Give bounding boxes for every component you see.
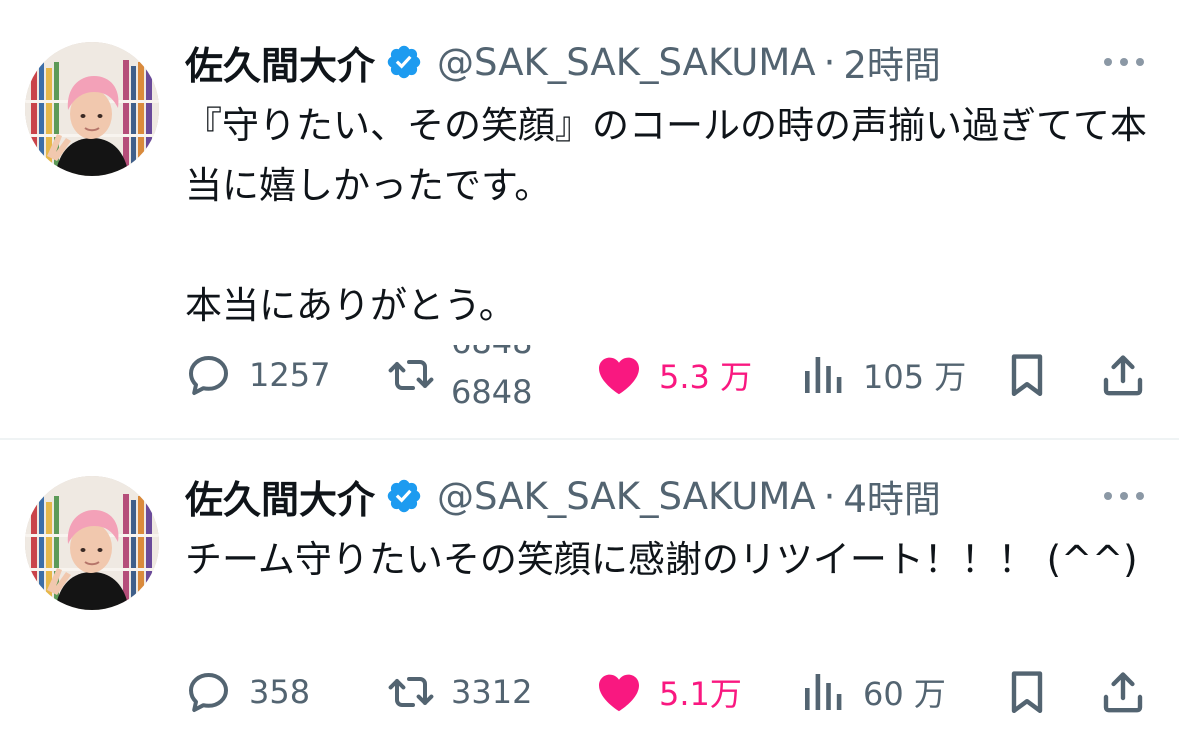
bookmark-button[interactable] [1003,345,1051,405]
views-button[interactable]: 105 万 [799,345,966,405]
views-bar-chart-icon [799,668,847,716]
retweet-count-rolling: 6848 6848 [451,345,561,405]
display-name[interactable]: 佐久間大介 [185,469,375,524]
verified-badge-icon[interactable] [385,477,423,515]
share-upload-icon [1099,351,1147,399]
avatar[interactable] [25,42,159,176]
retweet-icon [387,351,435,399]
tweet-text: チーム守りたいその笑顔に感謝のリツイート！！！ (^^) [185,538,1138,581]
bookmark-icon [1003,668,1051,716]
views-count: 60 万 [863,675,946,713]
retweet-button[interactable]: 6848 6848 [387,345,561,405]
tweet-text: 『守りたい、その笑顔』のコールの時の声揃い過ぎてて本当に嬉しかったです。 本当に… [185,104,1147,327]
views-count: 105 万 [863,358,967,396]
more-dots-icon[interactable] [1100,48,1148,76]
tweet-header: 佐久間大介 @SAK_SAK_SAKUMA · 4時間 [185,468,941,524]
like-button[interactable]: 5.3 万 [595,345,752,405]
separator-dot: · [823,474,836,518]
bookmark-icon [1003,351,1051,399]
timestamp[interactable]: 2時間 [843,35,941,89]
tweet-actions: 1257 6848 6848 5.3 万 105 万 [185,345,1155,405]
like-count: 5.1万 [659,675,742,713]
reply-button[interactable]: 358 [185,662,310,722]
views-bar-chart-icon [799,351,847,399]
heart-filled-icon [595,351,643,399]
retweet-count-bottom: 6848 [451,373,533,405]
share-button[interactable] [1099,345,1147,405]
share-button[interactable] [1099,662,1147,722]
reply-bubble-icon [185,668,233,716]
bookmark-button[interactable] [1003,662,1051,722]
tweet-header: 佐久間大介 @SAK_SAK_SAKUMA · 2時間 [185,34,941,90]
views-button[interactable]: 60 万 [799,662,946,722]
retweet-count: 3312 [451,673,533,711]
profile-photo [25,476,159,610]
retweet-icon [387,668,435,716]
verified-badge-icon[interactable] [385,43,423,81]
reply-button[interactable]: 1257 [185,345,330,405]
timestamp[interactable]: 4時間 [843,469,941,523]
handle[interactable]: @SAK_SAK_SAKUMA [437,475,816,518]
retweet-count-top: 6848 [451,345,532,361]
heart-filled-icon [595,668,643,716]
retweet-button[interactable]: 3312 [387,662,532,722]
reply-count: 1257 [249,356,331,394]
tweet-1[interactable]: 佐久間大介 @SAK_SAK_SAKUMA · 2時間 『守りたい、その笑顔』の… [0,0,1179,438]
avatar[interactable] [25,476,159,610]
tweet-actions: 358 3312 5.1万 60 万 [185,662,1155,722]
share-upload-icon [1099,668,1147,716]
like-count: 5.3 万 [659,358,753,396]
more-dots-icon[interactable] [1100,482,1148,510]
display-name[interactable]: 佐久間大介 [185,35,375,90]
reply-count: 358 [249,673,311,711]
tweet-2[interactable]: 佐久間大介 @SAK_SAK_SAKUMA · 4時間 チーム守りたいその笑顔に… [0,440,1179,743]
separator-dot: · [823,40,836,84]
profile-photo [25,42,159,176]
handle[interactable]: @SAK_SAK_SAKUMA [437,41,816,84]
like-button[interactable]: 5.1万 [595,662,742,722]
reply-bubble-icon [185,351,233,399]
